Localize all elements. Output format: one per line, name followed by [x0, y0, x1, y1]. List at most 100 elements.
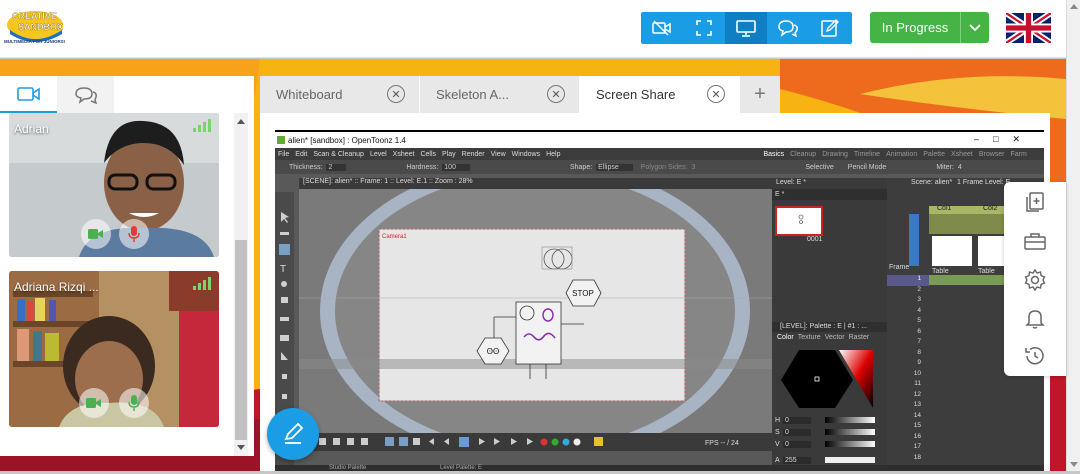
toolbox-button[interactable]	[1023, 229, 1047, 253]
tab-video[interactable]	[0, 76, 57, 113]
edit-button[interactable]	[809, 12, 851, 44]
xsheet-row[interactable]: 3	[887, 296, 929, 307]
status-dropdown[interactable]: In Progress	[870, 12, 989, 43]
column-pegbar: Table	[978, 268, 995, 275]
microphone-icon	[128, 395, 140, 411]
xsheet-row[interactable]: 9	[887, 359, 929, 370]
xsheet-row[interactable]: 6	[887, 328, 929, 339]
video-icon	[16, 86, 40, 101]
hsv-slider[interactable]	[825, 417, 875, 423]
column-thumbnail[interactable]	[932, 236, 972, 266]
palette-tab[interactable]: Raster	[849, 334, 870, 341]
tab-screen-share[interactable]: Screen Share ✕	[580, 76, 740, 113]
hsv-value[interactable]: 0	[783, 416, 811, 424]
palette-tab[interactable]: Color	[777, 334, 794, 341]
page-scrollbar[interactable]	[1066, 0, 1080, 471]
camera-off-button[interactable]	[641, 12, 683, 44]
hsv-value[interactable]: 255	[783, 456, 811, 464]
tab-whiteboard[interactable]: Whiteboard ✕	[260, 76, 420, 113]
tab-skeleton[interactable]: Skeleton A... ✕	[420, 76, 580, 113]
xsheet-row[interactable]: 14	[887, 412, 929, 423]
room-tab: Palette	[923, 150, 946, 158]
hsv-slider[interactable]	[825, 429, 875, 435]
uk-flag-icon[interactable]	[1006, 13, 1051, 43]
palette-tab[interactable]: Texture	[798, 334, 821, 341]
option-value: 100	[442, 163, 470, 171]
scene-viewer[interactable]: STOP ʘʘ Camera1	[299, 189, 772, 433]
option-label: Thickness:	[289, 163, 323, 171]
chevron-down-icon[interactable]	[961, 23, 989, 32]
frame-label: Frame	[889, 264, 910, 271]
xsheet-row[interactable]: 4	[887, 307, 929, 318]
stop-sign-text: STOP	[572, 289, 594, 298]
history-button[interactable]	[1023, 344, 1047, 368]
fullscreen-button[interactable]	[683, 12, 725, 44]
xsheet-row[interactable]: 10	[887, 370, 929, 381]
room-tab: Xsheet	[951, 150, 973, 158]
panel-tab[interactable]: Studio Palette	[329, 465, 366, 471]
chat-icon	[778, 20, 798, 37]
close-icon[interactable]: ✕	[547, 85, 565, 103]
xsheet-row[interactable]: 11	[887, 380, 929, 391]
close-icon[interactable]: ✕	[387, 85, 405, 103]
signal-strength-icon	[193, 119, 211, 132]
scrollbar-thumb[interactable]	[235, 240, 247, 440]
add-tab-button[interactable]: +	[740, 76, 780, 113]
screen-share-button[interactable]	[725, 12, 767, 44]
xsheet-frames: 1 Frame Level: E	[957, 179, 1011, 186]
hsv-key: S	[775, 428, 780, 436]
room-tab: Basics	[763, 150, 785, 158]
level-frame-thumbnail[interactable]	[775, 206, 823, 236]
level-strip-header: Level: E *	[776, 179, 806, 186]
xsheet-row[interactable]: 12	[887, 391, 929, 402]
room-tab: Animation	[886, 150, 918, 158]
close-icon[interactable]: ✕	[707, 85, 725, 103]
toolbox-icon	[1024, 233, 1046, 250]
xsheet-row[interactable]: 13	[887, 401, 929, 412]
menu-item: Xsheet	[392, 150, 415, 158]
viewer-info: [SCENE]: alien* :: Frame: 1 :: Level: E.…	[303, 178, 473, 185]
color-picker-wheel[interactable]	[777, 348, 885, 410]
xsheet-row[interactable]: 16	[887, 433, 929, 444]
option-value: Ellipse	[596, 163, 633, 171]
copy-add-icon	[1026, 192, 1044, 212]
palette-tab[interactable]: Vector	[825, 334, 845, 341]
camera-toggle-button[interactable]	[79, 388, 109, 418]
hsv-slider[interactable]	[825, 441, 875, 447]
participant-video-tile[interactable]: Adriana Rizqi ...	[9, 271, 219, 427]
window-titlebar: alien* [sandbox] : OpenToonz 1.4 –□✕	[275, 132, 1044, 148]
column-header[interactable]: Col2	[983, 205, 997, 212]
svg-text:T: T	[280, 264, 286, 275]
option-label: Pencil Mode	[847, 163, 887, 171]
xsheet-row[interactable]: 8	[887, 349, 929, 360]
column-header[interactable]: Col1	[937, 205, 951, 212]
menu-item: Help	[546, 150, 561, 158]
svg-text:ʘʘ: ʘʘ	[487, 347, 499, 356]
notifications-button[interactable]	[1023, 306, 1047, 330]
xsheet-row[interactable]: 18	[887, 454, 929, 465]
chat-button[interactable]	[767, 12, 809, 44]
tool-options-bar: Thickness: 2 Hardness: 100 Shape: Ellips…	[275, 160, 1044, 174]
settings-button[interactable]	[1023, 268, 1047, 292]
draw-fab-button[interactable]	[267, 408, 319, 460]
xsheet-row[interactable]: 2	[887, 286, 929, 297]
hsv-slider[interactable]	[825, 457, 875, 463]
class-toolbar	[641, 12, 852, 44]
mic-toggle-button[interactable]	[119, 388, 149, 418]
hsv-value[interactable]: 0	[783, 440, 811, 448]
menu-item: Level	[369, 150, 387, 158]
creative-sandbox-logo[interactable]: CREATIVE SANDBOX MULTIMEDIA FOR JUNIORS!	[4, 8, 68, 48]
mic-toggle-button[interactable]	[119, 219, 149, 249]
xsheet-row[interactable]: 5	[887, 317, 929, 328]
xsheet-row[interactable]: 15	[887, 422, 929, 433]
xsheet-row[interactable]: 17	[887, 443, 929, 454]
tab-chat[interactable]	[57, 76, 114, 113]
hsv-value[interactable]: 0	[783, 428, 811, 436]
panel-tab[interactable]: Level Palette: E	[440, 465, 482, 471]
participant-video-tile[interactable]: Adrian	[9, 113, 219, 257]
xsheet-row[interactable]: 7	[887, 338, 929, 349]
camera-toggle-button[interactable]	[81, 219, 111, 249]
status-label: In Progress	[881, 20, 949, 35]
xsheet-row[interactable]: 1	[887, 275, 929, 286]
add-page-button[interactable]	[1023, 190, 1047, 214]
